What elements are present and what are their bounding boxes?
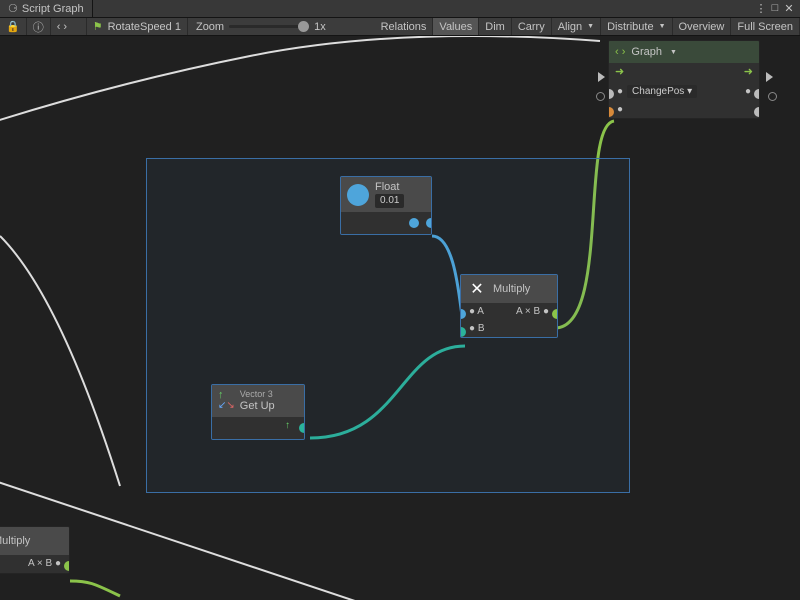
output-port[interactable] — [754, 107, 760, 117]
zoom-slider[interactable] — [229, 25, 309, 28]
flow-out-port[interactable] — [754, 89, 760, 99]
graph-canvas[interactable]: Float 0.01 ✕ Multiply ● A A × B ● ● B ↑ … — [0, 36, 800, 600]
lock-icon: 🔒 — [6, 20, 20, 33]
node-multiply-2[interactable]: ✕ Multiply A A × B ● — [0, 526, 70, 574]
zoom-label: Zoom — [196, 21, 224, 33]
overview-button[interactable]: Overview — [673, 18, 732, 35]
float-icon — [347, 184, 369, 206]
axis-mini-icon: ↑ — [285, 420, 290, 431]
zoom-thumb[interactable] — [298, 21, 309, 32]
output-port[interactable] — [426, 218, 432, 228]
output-port[interactable] — [64, 561, 70, 571]
ext-port-2[interactable] — [596, 92, 605, 101]
values-button[interactable]: Values — [433, 18, 479, 35]
info-button[interactable]: ⓘ — [27, 18, 51, 35]
tab-script-graph[interactable]: ⚆ Script Graph — [0, 0, 93, 17]
node-multiply[interactable]: ✕ Multiply ● A A × B ● ● B — [460, 274, 558, 338]
node-title: Graph — [631, 46, 662, 58]
zoom-value: 1x — [314, 21, 326, 33]
code-button[interactable]: ‹ › — [51, 18, 87, 35]
dropdown-icon: ▼ — [659, 23, 666, 30]
graph-icon: ‹ › — [615, 46, 625, 58]
fullscreen-button[interactable]: Full Screen — [731, 18, 800, 35]
flow-tri-in[interactable] — [598, 72, 605, 82]
multiply-icon: ✕ — [467, 279, 487, 299]
speed-button[interactable]: ⚑ RotateSpeed 1 — [87, 18, 188, 35]
flow-tri-out[interactable] — [766, 72, 773, 82]
dim-button[interactable]: Dim — [479, 18, 512, 35]
flow-in-icon: ➜ — [615, 67, 624, 78]
menu-button[interactable]: ⋮ — [754, 2, 768, 15]
port-b-label: B — [478, 323, 485, 334]
zoom-control: Zoom 1x — [188, 21, 334, 33]
node-body: ● A A × B ● ● B — [461, 303, 557, 337]
float-value[interactable]: 0.01 — [375, 194, 404, 208]
maximize-button[interactable]: □ — [768, 2, 782, 15]
node-title: Multiply — [493, 283, 530, 295]
node-body: A A × B ● — [0, 555, 69, 573]
speed-label: RotateSpeed 1 — [108, 21, 181, 33]
flag-icon: ⚑ — [93, 20, 103, 33]
node-float[interactable]: Float 0.01 — [340, 176, 432, 235]
node-body: ↑ — [212, 417, 304, 439]
output-port-indicator — [409, 218, 419, 228]
output-label: A × B — [516, 306, 540, 317]
close-button[interactable]: ✕ — [782, 2, 796, 15]
node-vector3-getup[interactable]: ↑ ↙↘ Vector 3 Get Up ↑ — [211, 384, 305, 440]
tab-title: Script Graph — [22, 3, 84, 15]
node-header[interactable]: ↑ ↙↘ Vector 3 Get Up — [212, 385, 304, 417]
distribute-button[interactable]: Distribute▼ — [601, 18, 672, 35]
axis-icon: ↑ ↙↘ — [218, 390, 235, 411]
node-body — [341, 212, 431, 234]
dropdown-icon: ▼ — [587, 23, 594, 30]
carry-button[interactable]: Carry — [512, 18, 552, 35]
info-icon: ⓘ — [33, 19, 44, 35]
node-header[interactable]: ‹ › Graph ▼ — [609, 41, 759, 63]
node-supertitle: Vector 3 — [240, 389, 275, 400]
tab-bar: ⚆ Script Graph ⋮ □ ✕ — [0, 0, 800, 18]
node-title: Get Up — [240, 400, 275, 413]
toolbar: 🔒 ⓘ ‹ › ⚑ RotateSpeed 1 Zoom 1x Relation… — [0, 18, 800, 36]
node-title: Float — [375, 181, 404, 194]
relations-button[interactable]: Relations — [375, 18, 434, 35]
node-body: ➜ ➜ ●ChangePos ▾● ● — [609, 63, 759, 118]
align-button[interactable]: Align▼ — [552, 18, 601, 35]
ext-port[interactable] — [768, 92, 777, 101]
window-controls: ⋮ □ ✕ — [754, 2, 800, 15]
code-icon: ‹ › — [57, 21, 67, 33]
output-port[interactable] — [299, 423, 305, 433]
port-a-label: A — [477, 306, 484, 317]
hierarchy-icon: ⚆ — [8, 2, 18, 15]
lock-button[interactable]: 🔒 — [0, 18, 27, 35]
graph-action[interactable]: ChangePos ▾ — [627, 85, 697, 98]
output-port[interactable] — [552, 309, 558, 319]
output-label: A × B — [28, 558, 52, 569]
node-header[interactable]: ✕ Multiply — [0, 527, 69, 555]
node-header[interactable]: Float 0.01 — [341, 177, 431, 212]
node-graph[interactable]: ‹ › Graph ▼ ➜ ➜ ●ChangePos ▾● ● — [608, 40, 760, 119]
node-header[interactable]: ✕ Multiply — [461, 275, 557, 303]
node-title: Multiply — [0, 535, 30, 547]
flow-out-icon: ➜ — [744, 67, 753, 78]
dropdown-icon: ▼ — [670, 49, 677, 56]
